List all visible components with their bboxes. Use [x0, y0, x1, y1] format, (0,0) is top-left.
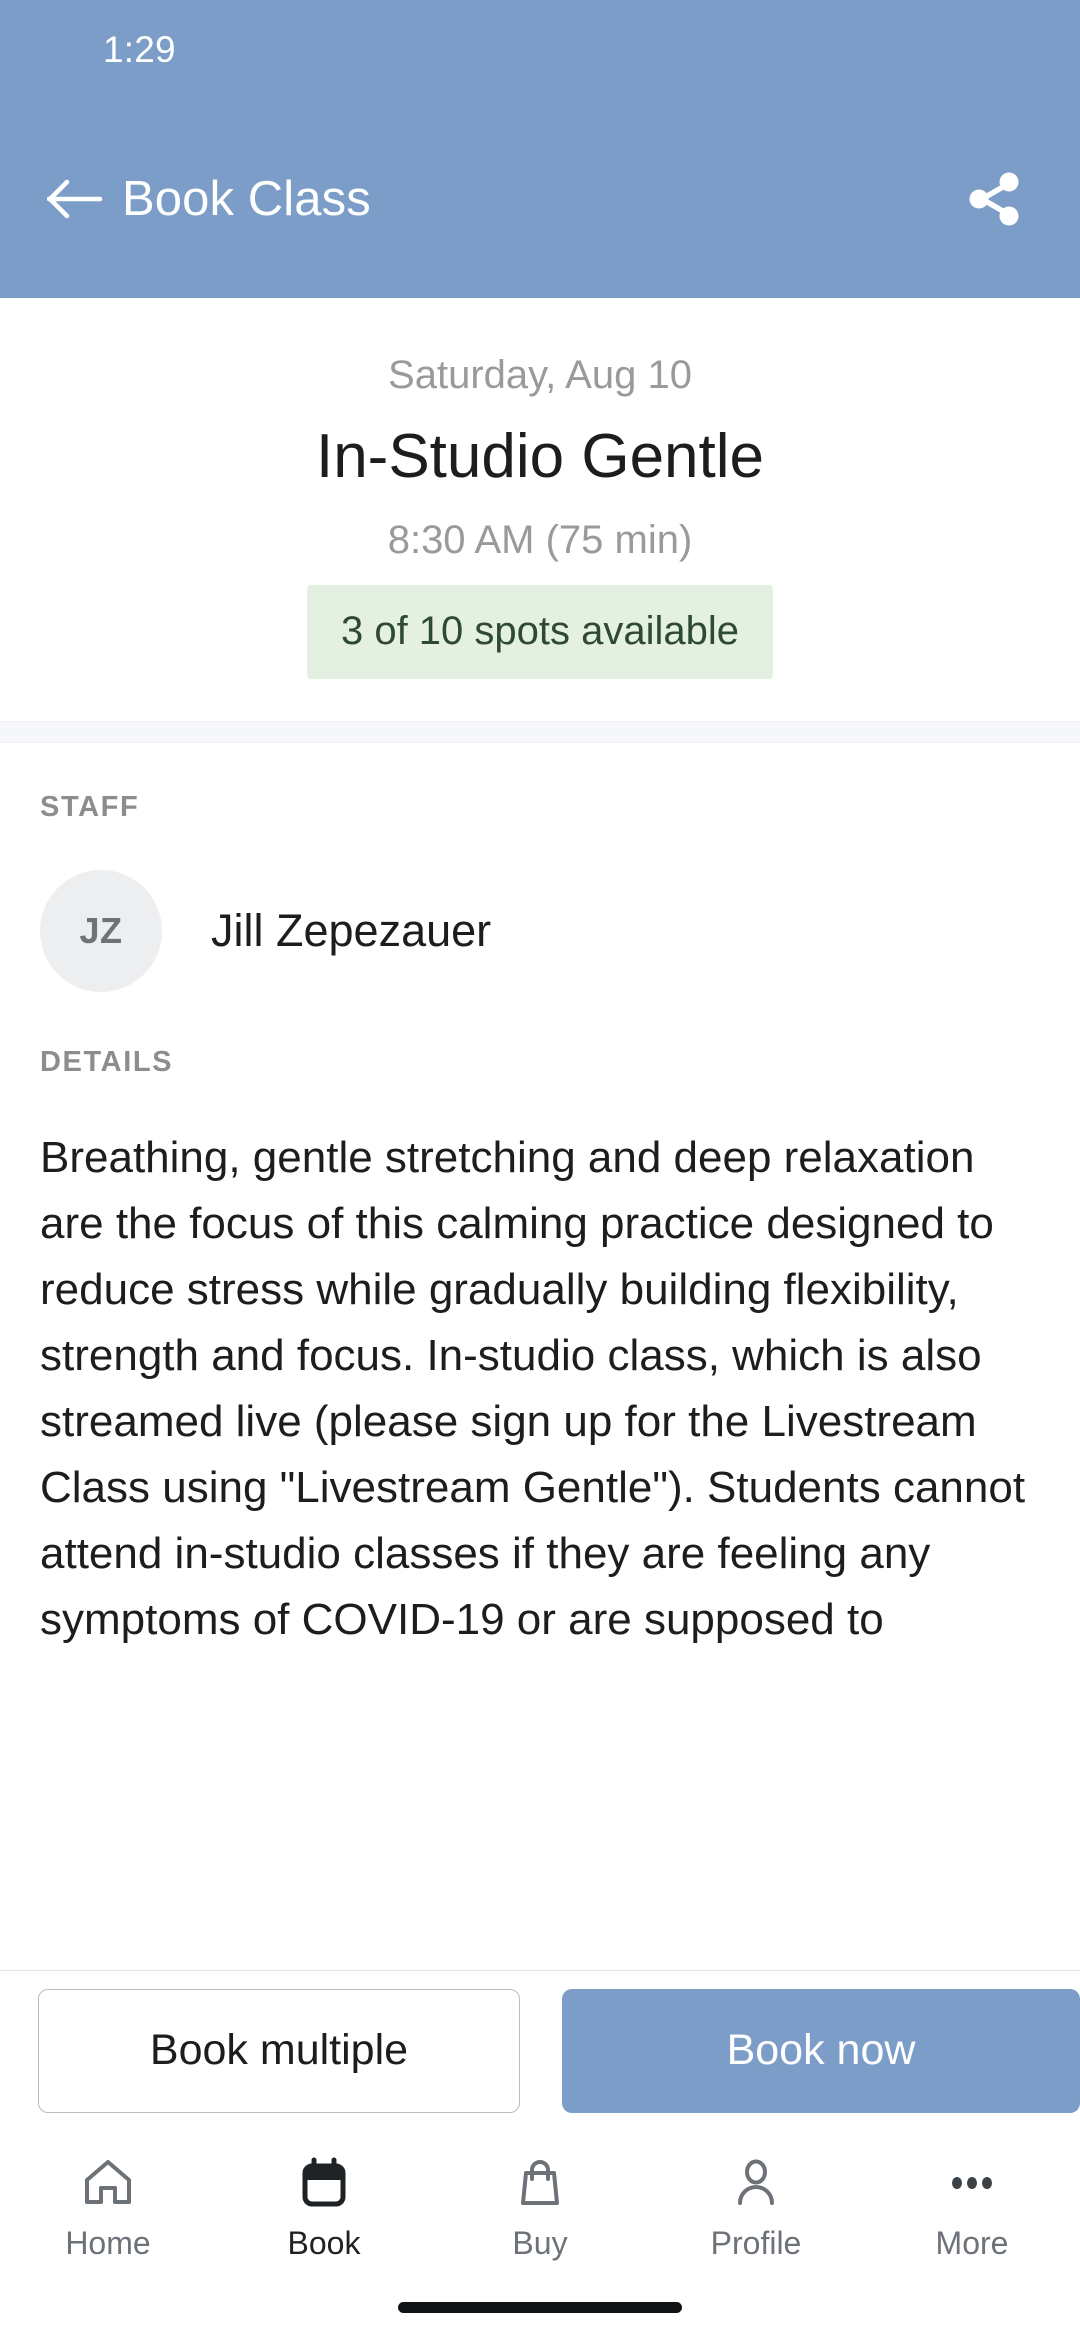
avatar-initials: JZ — [79, 910, 123, 952]
staff-section-label: STAFF — [40, 791, 140, 824]
details-section: DETAILS Breathing, gentle stretching and… — [0, 992, 1080, 1653]
details-section-label: DETAILS — [40, 1046, 174, 1079]
page-title: Book Class — [122, 172, 371, 226]
avatar: JZ — [40, 870, 162, 993]
class-title: In-Studio Gentle — [315, 422, 765, 491]
nav-item-buy[interactable]: Buy — [432, 2152, 648, 2259]
home-icon — [79, 2152, 137, 2214]
staff-row[interactable]: JZ Jill Zepezauer — [40, 870, 1040, 993]
nav-label-profile: Profile — [710, 2225, 802, 2261]
book-now-button[interactable]: Book now — [562, 1988, 1080, 2113]
arrow-left-icon — [47, 179, 103, 219]
home-indicator[interactable] — [398, 2302, 682, 2313]
class-date: Saturday, Aug 10 — [388, 353, 692, 397]
app-bar: 1:29 Book Class — [0, 0, 1080, 298]
section-divider — [0, 721, 1080, 744]
home-indicator-area — [0, 2302, 1080, 2340]
nav-item-home[interactable]: Home — [0, 2152, 216, 2259]
status-bar-clock: 1:29 — [103, 29, 176, 70]
calendar-icon — [295, 2152, 353, 2214]
app-screen: 1:29 Book Class Saturday, Aug 10 In-Stud… — [0, 0, 1080, 2340]
share-button[interactable] — [952, 157, 1036, 241]
action-bar: Book multiple Book now — [0, 1970, 1080, 2130]
back-button[interactable] — [36, 160, 114, 238]
nav-label-book: Book — [287, 2225, 361, 2261]
staff-section: STAFF JZ Jill Zepezauer — [0, 743, 1080, 993]
bag-icon — [511, 2152, 569, 2214]
nav-item-book[interactable]: Book — [216, 2152, 432, 2259]
nav-label-buy: Buy — [512, 2225, 568, 2261]
spots-available-badge: 3 of 10 spots available — [306, 585, 774, 680]
nav-label-home: Home — [65, 2225, 151, 2261]
book-multiple-button[interactable]: Book multiple — [38, 1988, 520, 2113]
person-icon — [727, 2152, 785, 2214]
nav-item-more[interactable]: More — [864, 2152, 1080, 2259]
content-scroll-area[interactable]: Saturday, Aug 10 In-Studio Gentle 8:30 A… — [0, 298, 1080, 1970]
nav-item-profile[interactable]: Profile — [648, 2152, 864, 2259]
content-clip-edge — [0, 1968, 1080, 1970]
class-summary: Saturday, Aug 10 In-Studio Gentle 8:30 A… — [0, 298, 1080, 721]
bottom-navigation: Home Book Buy Profile More — [0, 2130, 1080, 2302]
status-bar: 1:29 — [0, 0, 1080, 100]
share-icon — [969, 172, 1019, 226]
ellipsis-icon — [943, 2152, 1001, 2214]
nav-label-more: More — [935, 2225, 1009, 2261]
class-time: 8:30 AM (75 min) — [387, 518, 693, 563]
app-bar-row: Book Class — [0, 100, 1080, 298]
details-text: Breathing, gentle stretching and deep re… — [40, 1133, 1026, 1645]
staff-name: Jill Zepezauer — [211, 905, 492, 957]
